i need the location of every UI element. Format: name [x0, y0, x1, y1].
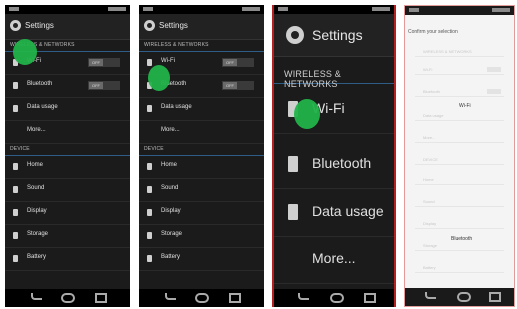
home-button-icon[interactable]	[61, 293, 75, 303]
wifi-toggle[interactable]: OFF	[222, 58, 254, 67]
bluetooth-toggle[interactable]: OFF	[222, 81, 254, 90]
list-item-storage[interactable]: Storage	[139, 225, 264, 248]
wifi-toggle[interactable]: OFF	[88, 58, 120, 67]
recent-apps-icon[interactable]	[229, 293, 241, 303]
option-wifi[interactable]: Wi-Fi	[459, 103, 471, 109]
list-item-data-usage[interactable]: Data usage	[274, 190, 394, 237]
option-bluetooth[interactable]: Bluetooth	[451, 236, 472, 242]
action-bar: Settings	[274, 14, 394, 57]
status-bar	[405, 6, 514, 15]
faint-item-wifi: Wi-Fi	[415, 66, 504, 75]
battery-icon	[13, 255, 18, 262]
status-bar	[139, 5, 264, 14]
home-button-icon[interactable]	[330, 293, 344, 303]
settings-screen-zoomed: Settings WIRELESS & NETWORKS Wi-Fi Bluet…	[272, 5, 396, 307]
page-title: Settings	[159, 21, 188, 30]
recent-apps-icon[interactable]	[95, 293, 107, 303]
faint-item-battery: Battery	[415, 264, 504, 273]
nav-bar	[139, 289, 264, 307]
nav-bar	[274, 289, 394, 307]
section-header-wireless: WIRELESS & NETWORKS	[139, 41, 264, 52]
settings-gear-icon	[10, 20, 21, 31]
list-item-home[interactable]: Home	[5, 156, 130, 179]
list-item-home[interactable]: Home	[139, 156, 264, 179]
confirm-selection-screen: Confirm your selection WIRELESS & NETWOR…	[404, 5, 515, 307]
list-item-sound[interactable]: Sound	[5, 179, 130, 202]
faint-section-wireless: WIRELESS & NETWORKS	[415, 48, 504, 57]
faint-item-storage: Storage	[415, 242, 504, 251]
data-usage-icon	[288, 204, 298, 220]
status-bar	[5, 5, 130, 14]
faint-section-device: DEVICE	[415, 156, 504, 165]
action-bar: Settings	[139, 14, 264, 40]
faint-item-sound: Sound	[415, 198, 504, 207]
touch-marker	[294, 99, 320, 129]
back-icon[interactable]	[165, 293, 176, 300]
faint-item-more: More...	[415, 134, 504, 143]
data-usage-icon	[13, 105, 18, 112]
list-item-sound[interactable]: Sound	[139, 179, 264, 202]
settings-gear-icon	[286, 26, 304, 44]
dialog-title: Confirm your selection	[408, 29, 458, 35]
list-item-more[interactable]: More...	[139, 121, 264, 144]
display-icon	[13, 209, 18, 216]
recent-apps-icon[interactable]	[489, 292, 501, 302]
sound-icon	[147, 186, 152, 193]
action-bar: Settings	[5, 14, 130, 40]
storage-icon	[147, 232, 152, 239]
settings-screen-2: Settings WIRELESS & NETWORKS Wi-Fi OFF B…	[139, 5, 264, 307]
list-item-bluetooth[interactable]: Bluetooth	[274, 142, 394, 189]
battery-icon	[147, 255, 152, 262]
list-item-storage[interactable]: Storage	[5, 225, 130, 248]
list-item-data-usage[interactable]: Data usage	[5, 98, 130, 121]
list-item-bluetooth[interactable]: Bluetooth OFF	[5, 75, 130, 98]
home-icon	[13, 163, 18, 170]
back-icon[interactable]	[425, 292, 436, 299]
touch-marker	[148, 65, 170, 91]
bluetooth-toggle[interactable]: OFF	[88, 81, 120, 90]
home-icon	[147, 163, 152, 170]
display-icon	[147, 209, 152, 216]
list-item-battery[interactable]: Battery	[5, 248, 130, 271]
section-header-device: DEVICE	[5, 145, 130, 156]
faint-item-home: Home	[415, 176, 504, 185]
faint-item-data-usage: Data usage	[415, 112, 504, 121]
home-button-icon[interactable]	[195, 293, 209, 303]
data-usage-icon	[147, 105, 152, 112]
storage-icon	[13, 232, 18, 239]
list-item-wifi[interactable]: Wi-Fi	[274, 87, 394, 134]
nav-bar	[405, 288, 514, 306]
wifi-icon	[147, 59, 152, 66]
touch-marker	[13, 39, 37, 65]
section-header-wireless: WIRELESS & NETWORKS	[274, 65, 394, 89]
nav-bar	[5, 289, 130, 307]
page-title: Settings	[25, 21, 54, 30]
settings-screen-1: Settings WIRELESS & NETWORKS Wi-Fi OFF B…	[5, 5, 130, 307]
sound-icon	[13, 186, 18, 193]
bluetooth-icon	[13, 82, 18, 89]
list-item-more[interactable]: More...	[274, 237, 394, 284]
faint-item-display: Display	[415, 220, 504, 229]
back-icon[interactable]	[31, 293, 42, 300]
back-icon[interactable]	[298, 293, 309, 300]
bluetooth-icon	[288, 156, 298, 172]
faint-item-bluetooth: Bluetooth	[415, 88, 504, 97]
section-header-device: DEVICE	[139, 145, 264, 156]
list-item-data-usage[interactable]: Data usage	[139, 98, 264, 121]
list-item-more[interactable]: More...	[5, 121, 130, 144]
list-item-display[interactable]: Display	[5, 202, 130, 225]
status-bar	[274, 5, 394, 14]
home-button-icon[interactable]	[457, 292, 471, 302]
list-item-display[interactable]: Display	[139, 202, 264, 225]
settings-gear-icon	[144, 20, 155, 31]
page-title: Settings	[312, 27, 363, 43]
list-item-battery[interactable]: Battery	[139, 248, 264, 271]
recent-apps-icon[interactable]	[364, 293, 376, 303]
